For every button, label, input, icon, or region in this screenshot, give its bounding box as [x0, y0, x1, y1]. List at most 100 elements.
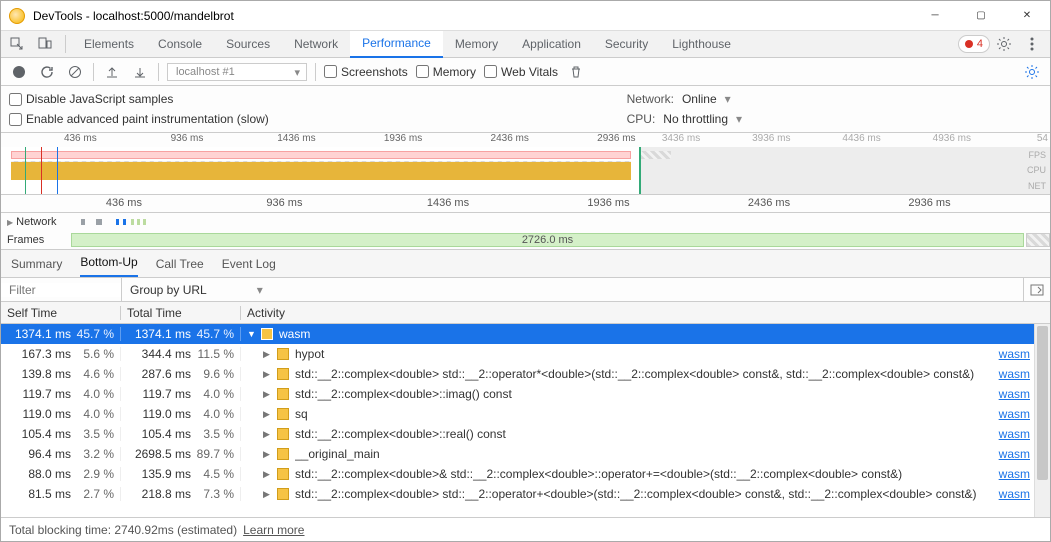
tab-network[interactable]: Network	[282, 31, 350, 58]
results-subtabs: Summary Bottom-Up Call Tree Event Log	[1, 250, 1050, 278]
table-header[interactable]: Self Time Total Time Activity	[1, 302, 1050, 324]
timeline-ruler[interactable]: 436 ms936 ms1436 ms1936 ms2436 ms2936 ms	[1, 195, 1050, 213]
script-badge-icon	[277, 368, 289, 380]
toggle-heaviest-icon[interactable]	[1023, 278, 1050, 301]
source-link[interactable]: wasm	[999, 427, 1030, 441]
tracks-panel: ▶Network Frames 2726.0 ms	[1, 213, 1050, 250]
save-profile-icon[interactable]	[130, 62, 150, 82]
table-row[interactable]: 1374.1 ms45.7 %1374.1 ms45.7 %▼wasm	[1, 324, 1050, 344]
tab-security[interactable]: Security	[593, 31, 660, 58]
subtab-event-log[interactable]: Event Log	[222, 251, 276, 277]
source-link[interactable]: wasm	[999, 347, 1030, 361]
titlebar: DevTools - localhost:5000/mandelbrot ─ ▢…	[1, 1, 1050, 31]
capture-settings-gear-icon[interactable]	[1022, 62, 1042, 82]
cpu-label: CPU:	[627, 112, 656, 126]
tab-sources[interactable]: Sources	[214, 31, 282, 58]
devtools-tabbar: ElementsConsoleSourcesNetworkPerformance…	[1, 31, 1050, 58]
error-count: 4	[977, 38, 983, 50]
window-maximize-button[interactable]: ▢	[958, 1, 1004, 31]
table-row[interactable]: 96.4 ms3.2 %2698.5 ms89.7 %▶__original_m…	[1, 444, 1050, 464]
screenshots-checkbox[interactable]: Screenshots	[324, 65, 408, 79]
col-total-time[interactable]: Total Time	[121, 306, 241, 320]
overview-lane-labels: FPS CPU NET	[1027, 147, 1046, 194]
table-row[interactable]: 81.5 ms2.7 %218.8 ms7.3 %▶std::__2::comp…	[1, 484, 1050, 504]
network-label: Network:	[627, 92, 674, 106]
source-link[interactable]: wasm	[999, 407, 1030, 421]
error-dot-icon	[965, 40, 973, 48]
expander-icon[interactable]: ▶	[263, 369, 271, 380]
frames-track[interactable]: Frames 2726.0 ms	[1, 231, 1050, 249]
table-row[interactable]: 105.4 ms3.5 %105.4 ms3.5 %▶std::__2::com…	[1, 424, 1050, 444]
subtab-summary[interactable]: Summary	[11, 251, 62, 277]
script-badge-icon	[277, 388, 289, 400]
tab-console[interactable]: Console	[146, 31, 214, 58]
memory-checkbox[interactable]: Memory	[416, 65, 476, 79]
blocking-time-text: Total blocking time: 2740.92ms (estimate…	[9, 523, 237, 537]
table-row[interactable]: 139.8 ms4.6 %287.6 ms9.6 %▶std::__2::com…	[1, 364, 1050, 384]
table-row[interactable]: 119.7 ms4.0 %119.7 ms4.0 %▶std::__2::com…	[1, 384, 1050, 404]
network-track[interactable]: ▶Network	[1, 213, 1050, 231]
inspect-icon[interactable]	[5, 32, 29, 56]
source-link[interactable]: wasm	[999, 487, 1030, 501]
disable-js-samples-checkbox[interactable]: Disable JavaScript samples	[9, 92, 269, 106]
source-link[interactable]: wasm	[999, 467, 1030, 481]
vertical-scrollbar[interactable]	[1034, 324, 1050, 517]
expander-icon[interactable]: ▶	[263, 489, 271, 500]
overview-strip[interactable]: 436 ms936 ms1436 ms1936 ms2436 ms2936 ms…	[1, 133, 1050, 195]
tab-elements[interactable]: Elements	[72, 31, 146, 58]
window-minimize-button[interactable]: ─	[912, 1, 958, 31]
expander-icon[interactable]: ▶	[263, 349, 271, 360]
script-badge-icon	[261, 328, 273, 340]
webvitals-checkbox[interactable]: Web Vitals	[484, 65, 558, 79]
script-badge-icon	[277, 488, 289, 500]
expander-icon[interactable]: ▶	[263, 469, 271, 480]
table-row[interactable]: 167.3 ms5.6 %344.4 ms11.5 %▶hypotwasm	[1, 344, 1050, 364]
col-self-time[interactable]: Self Time	[1, 306, 121, 320]
error-count-badge[interactable]: 4	[958, 35, 990, 53]
status-bar: Total blocking time: 2740.92ms (estimate…	[1, 517, 1050, 541]
learn-more-link[interactable]: Learn more	[243, 523, 304, 537]
separator	[93, 63, 94, 81]
expander-icon[interactable]: ▶	[263, 409, 271, 420]
script-badge-icon	[277, 348, 289, 360]
script-badge-icon	[277, 468, 289, 480]
network-throttling-select[interactable]: Online	[682, 92, 731, 106]
adv-paint-checkbox[interactable]: Enable advanced paint instrumentation (s…	[9, 112, 269, 126]
trash-icon[interactable]	[566, 62, 586, 82]
clear-button[interactable]	[65, 62, 85, 82]
source-link[interactable]: wasm	[999, 387, 1030, 401]
kebab-menu-icon[interactable]	[1020, 32, 1044, 56]
tab-performance[interactable]: Performance	[350, 31, 443, 58]
tab-memory[interactable]: Memory	[443, 31, 510, 58]
device-toggle-icon[interactable]	[33, 32, 57, 56]
script-badge-icon	[277, 408, 289, 420]
session-select[interactable]: localhost #1	[167, 63, 307, 81]
table-row[interactable]: 88.0 ms2.9 %135.9 ms4.5 %▶std::__2::comp…	[1, 464, 1050, 484]
perf-toolbar: localhost #1 Screenshots Memory Web Vita…	[1, 58, 1050, 86]
window-close-button[interactable]: ✕	[1004, 1, 1050, 31]
record-button[interactable]	[9, 62, 29, 82]
tab-lighthouse[interactable]: Lighthouse	[660, 31, 743, 58]
filter-input[interactable]	[1, 283, 121, 297]
script-badge-icon	[277, 428, 289, 440]
group-by-select[interactable]: Group by URL	[122, 283, 271, 297]
tab-application[interactable]: Application	[510, 31, 593, 58]
separator	[65, 35, 66, 53]
source-link[interactable]: wasm	[999, 367, 1030, 381]
expander-icon[interactable]: ▶	[263, 429, 271, 440]
col-activity[interactable]: Activity	[241, 306, 1050, 320]
capture-settings-panel: Disable JavaScript samples Enable advanc…	[1, 86, 1050, 133]
cpu-throttling-select[interactable]: No throttling	[663, 112, 742, 126]
load-profile-icon[interactable]	[102, 62, 122, 82]
expander-icon[interactable]: ▶	[263, 449, 271, 460]
script-badge-icon	[277, 448, 289, 460]
expander-icon[interactable]: ▼	[247, 329, 255, 339]
expander-icon[interactable]: ▶	[263, 389, 271, 400]
source-link[interactable]: wasm	[999, 447, 1030, 461]
table-row[interactable]: 119.0 ms4.0 %119.0 ms4.0 %▶sqwasm	[1, 404, 1050, 424]
subtab-bottom-up[interactable]: Bottom-Up	[80, 249, 137, 277]
window-title: DevTools - localhost:5000/mandelbrot	[33, 9, 912, 23]
reload-record-button[interactable]	[37, 62, 57, 82]
settings-gear-icon[interactable]	[992, 32, 1016, 56]
subtab-call-tree[interactable]: Call Tree	[156, 251, 204, 277]
